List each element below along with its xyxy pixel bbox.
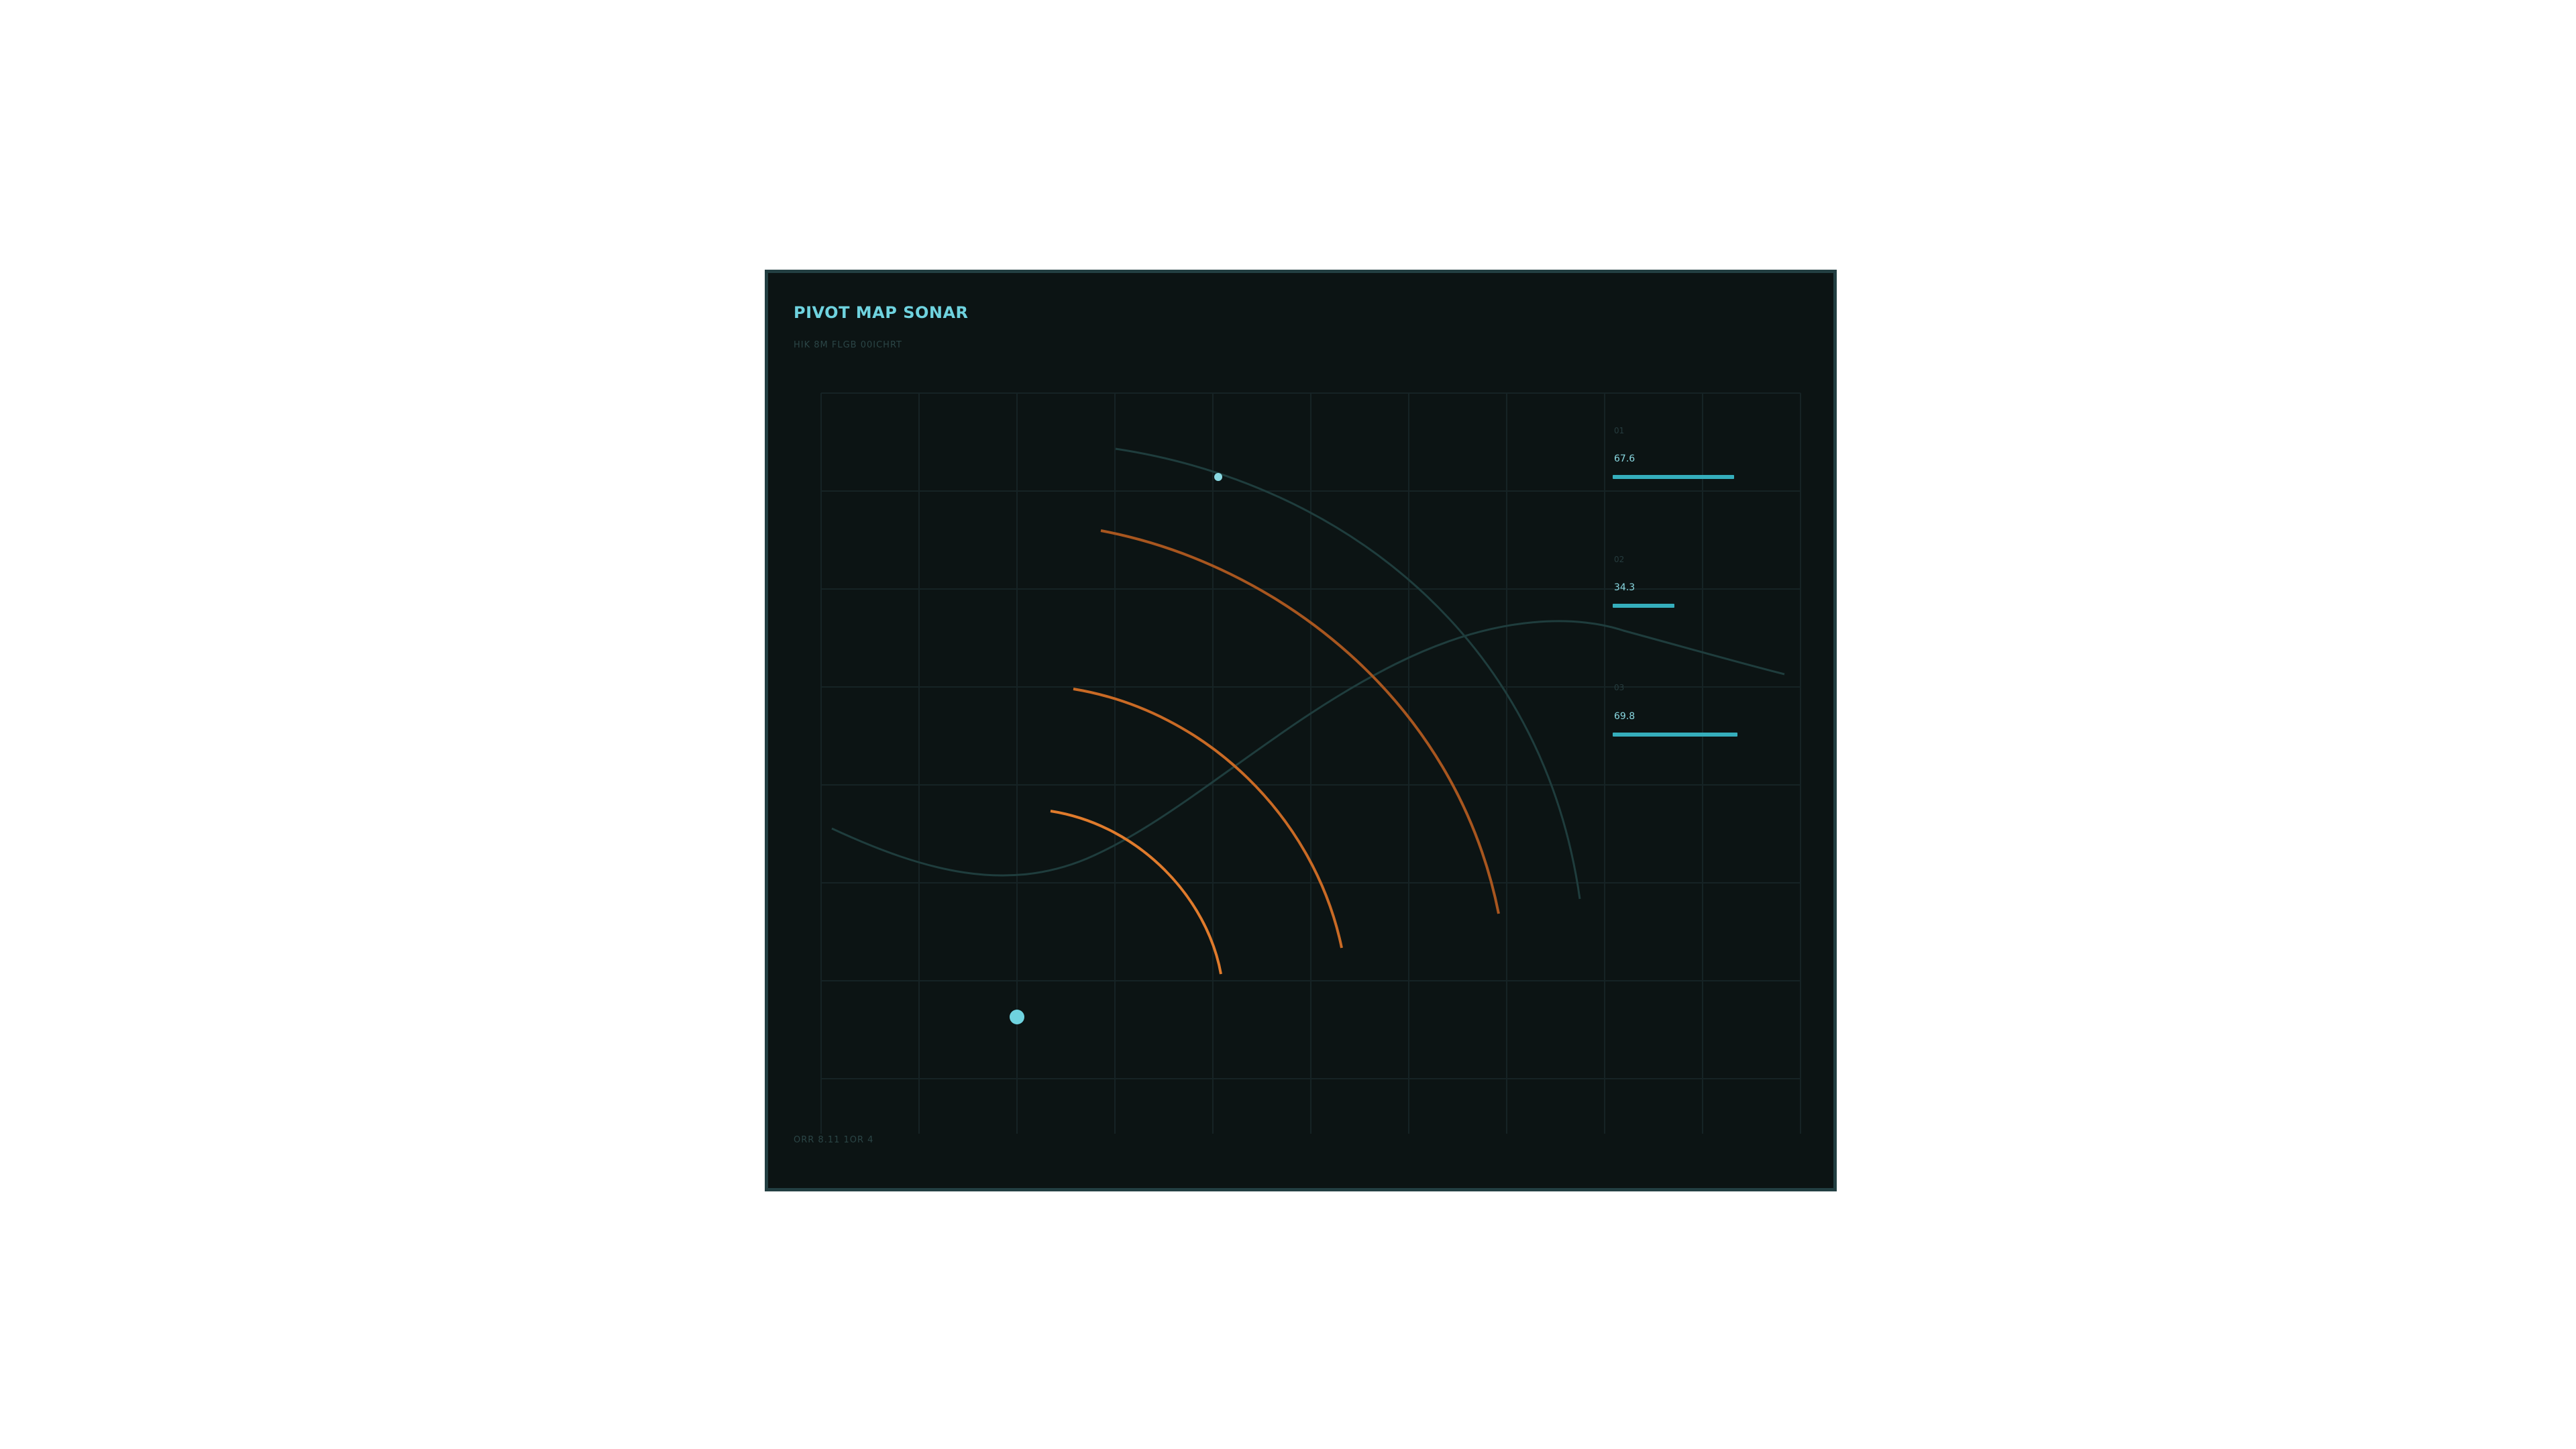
sonar-panel <box>765 270 1837 1191</box>
metric-label-2: 02 <box>1614 555 1625 564</box>
metric-bar-3 <box>1613 733 1737 737</box>
origin-marker[interactable] <box>1010 1010 1024 1024</box>
contact-marker-small[interactable] <box>1214 473 1222 481</box>
metric-value-3: 69.8 <box>1614 711 1635 722</box>
page-title: PIVOT MAP SONAR <box>794 303 969 322</box>
metric-label-3: 03 <box>1614 683 1625 692</box>
metric-bar-2 <box>1613 604 1674 608</box>
metric-value-1: 67.6 <box>1614 453 1635 464</box>
status-footer: ORR 8.11 1OR 4 <box>794 1135 874 1145</box>
metric-value-2: 34.3 <box>1614 582 1635 593</box>
metric-bar-1 <box>1613 475 1734 479</box>
page-subtitle: HIK 8M FLGB 00ICHRT <box>794 340 902 350</box>
metric-label-1: 01 <box>1614 426 1625 435</box>
